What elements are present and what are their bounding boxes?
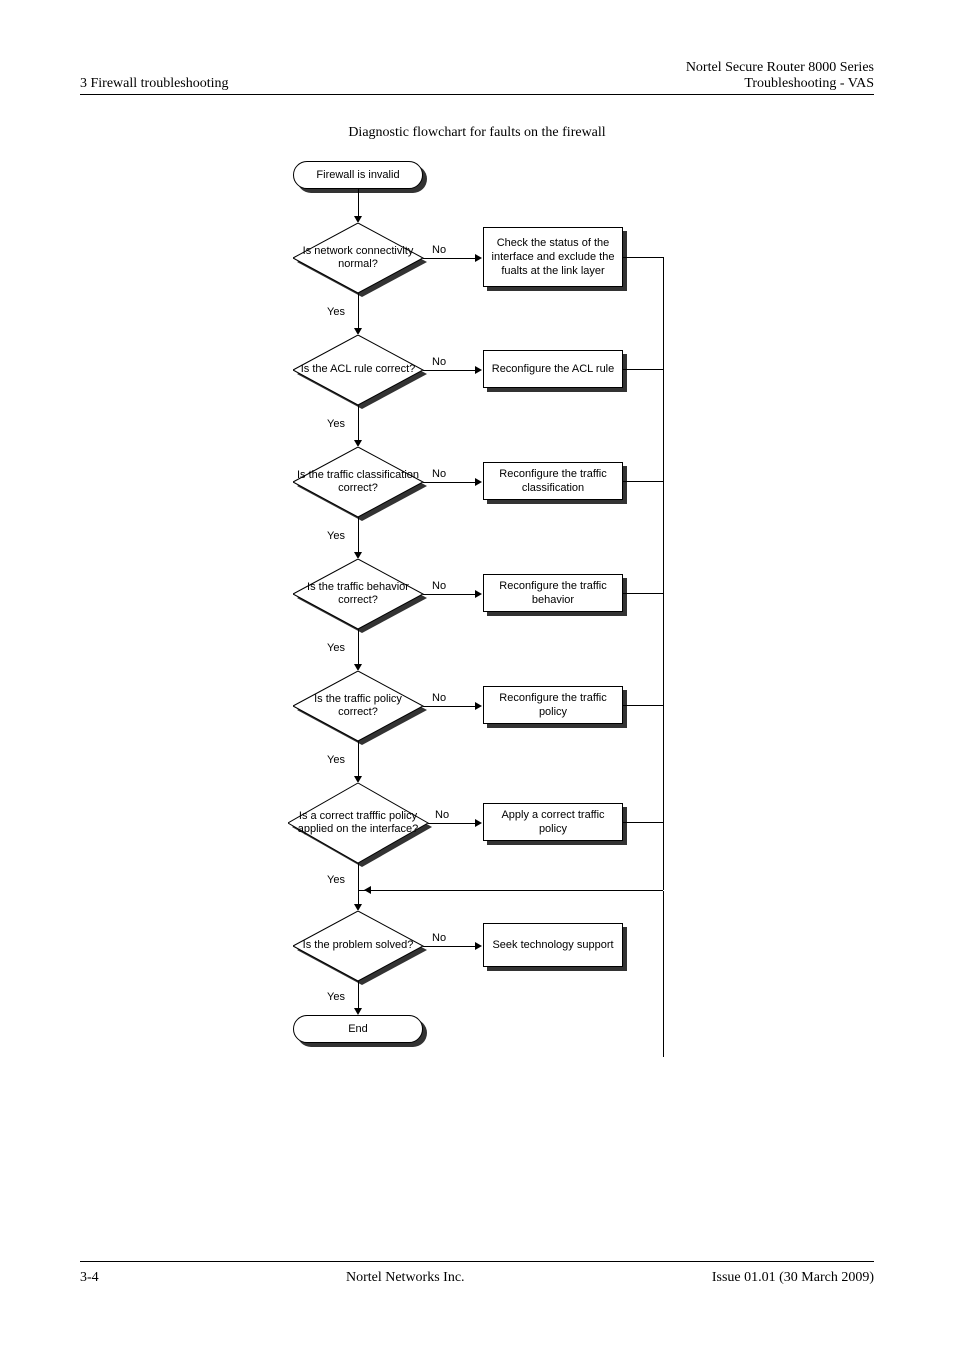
action-acl-label: Reconfigure the ACL rule (492, 362, 615, 376)
decision-policy: Is the traffic policy correct? (293, 671, 423, 741)
page-number: 3-4 (80, 1270, 99, 1286)
action-check-interface-label: Check the status of the interface and ex… (488, 236, 618, 279)
no-label: No (432, 356, 446, 368)
header-left: 3 Firewall troubleshooting (80, 76, 229, 92)
yes-label: Yes (327, 874, 345, 886)
footer-issue: Issue 01.01 (30 March 2009) (712, 1270, 874, 1286)
action-apply-policy: Apply a correct traffic policy (483, 803, 623, 841)
yes-label: Yes (327, 642, 345, 654)
end-node: End (293, 1015, 423, 1043)
decision-policy-label: Is the traffic policy correct? (293, 693, 423, 719)
decision-network: Is network connectivity normal? (293, 223, 423, 293)
no-label: No (432, 932, 446, 944)
action-policy: Reconfigure the traffic policy (483, 686, 623, 724)
header-right: Nortel Secure Router 8000 Series Trouble… (686, 60, 874, 92)
action-check-interface: Check the status of the interface and ex… (483, 227, 623, 287)
action-support: Seek technology support (483, 923, 623, 967)
decision-behavior: Is the traffic behavior correct? (293, 559, 423, 629)
header-series: Nortel Secure Router 8000 Series (686, 60, 874, 76)
flowchart: Firewall is invalid Is network connectiv… (267, 161, 687, 1221)
end-label: End (348, 1023, 368, 1035)
yes-label: Yes (327, 530, 345, 542)
start-label: Firewall is invalid (316, 169, 399, 181)
action-support-label: Seek technology support (492, 938, 613, 952)
action-behavior-label: Reconfigure the traffic behavior (488, 579, 618, 608)
yes-label: Yes (327, 306, 345, 318)
yes-label: Yes (327, 991, 345, 1003)
decision-acl: Is the ACL rule correct? (293, 335, 423, 405)
no-label: No (432, 244, 446, 256)
action-classification: Reconfigure the traffic classification (483, 462, 623, 500)
page-footer: 3-4 Nortel Networks Inc. Issue 01.01 (30… (80, 1261, 874, 1286)
footer-center: Nortel Networks Inc. (346, 1270, 465, 1286)
action-behavior: Reconfigure the traffic behavior (483, 574, 623, 612)
no-label: No (435, 809, 449, 821)
decision-acl-label: Is the ACL rule correct? (301, 363, 416, 376)
decision-applied-label: Is a correct trafffic policy applied on … (288, 810, 428, 836)
decision-network-label: Is network connectivity normal? (293, 245, 423, 271)
action-acl: Reconfigure the ACL rule (483, 350, 623, 388)
yes-label: Yes (327, 754, 345, 766)
decision-classification-label: Is the traffic classification correct? (293, 469, 423, 495)
decision-solved-label: Is the problem solved? (303, 939, 414, 952)
start-node: Firewall is invalid (293, 161, 423, 189)
header-subtitle: Troubleshooting - VAS (686, 76, 874, 92)
decision-solved: Is the problem solved? (293, 911, 423, 981)
action-policy-label: Reconfigure the traffic policy (488, 691, 618, 720)
decision-behavior-label: Is the traffic behavior correct? (293, 581, 423, 607)
decision-applied: Is a correct trafffic policy applied on … (288, 783, 428, 863)
no-label: No (432, 468, 446, 480)
no-label: No (432, 692, 446, 704)
action-apply-policy-label: Apply a correct traffic policy (488, 808, 618, 837)
no-label: No (432, 580, 446, 592)
yes-label: Yes (327, 418, 345, 430)
action-classification-label: Reconfigure the traffic classification (488, 467, 618, 496)
page-header: 3 Firewall troubleshooting Nortel Secure… (80, 60, 874, 95)
decision-classification: Is the traffic classification correct? (293, 447, 423, 517)
figure-caption: Diagnostic flowchart for faults on the f… (80, 125, 874, 141)
